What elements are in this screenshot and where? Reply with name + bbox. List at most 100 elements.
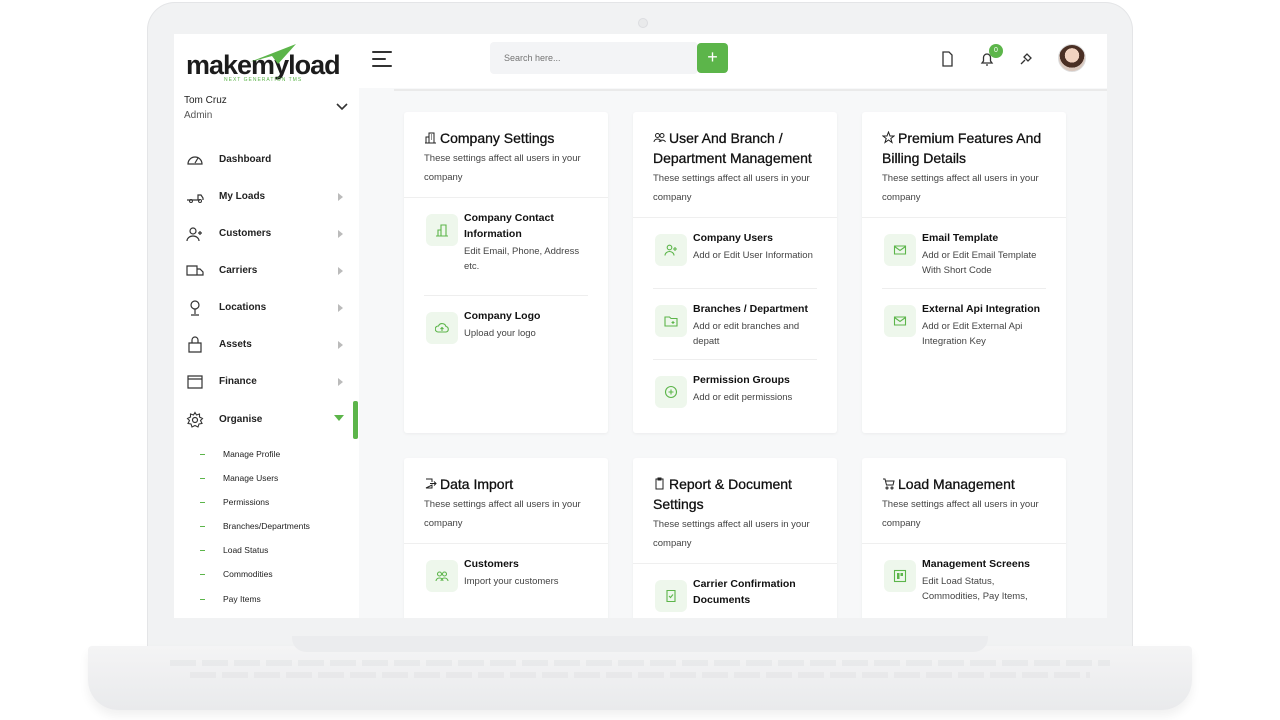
item-icon-box xyxy=(884,560,916,592)
grid-icon xyxy=(893,569,907,583)
envelope-icon xyxy=(893,316,907,326)
brush-icon[interactable] xyxy=(1017,50,1035,68)
item-title: Permission Groups xyxy=(693,374,790,386)
sidebar-item-finance[interactable]: Finance xyxy=(174,366,359,398)
sidebar-item-label: Locations xyxy=(219,302,267,313)
card-title: Premium Features And Billing Details xyxy=(882,128,1050,168)
add-button[interactable]: + xyxy=(697,43,728,73)
settings-item-company-logo[interactable]: Company Logo Upload your logo xyxy=(424,296,588,362)
chevron-right-icon xyxy=(338,341,343,349)
settings-item-permission-groups[interactable]: Permission Groups Add or edit permission… xyxy=(653,360,817,416)
chevron-right-icon xyxy=(338,304,343,312)
sidebar-subitem-label: Manage Users xyxy=(223,473,279,483)
building-icon xyxy=(425,132,436,144)
card-description: These settings affect all users in your … xyxy=(653,519,810,549)
sidebar-subitem-commodities[interactable]: Commodities xyxy=(198,565,353,585)
logo-tagline: NEXT GENERATION TMS xyxy=(224,77,303,83)
sidebar-item-dashboard[interactable]: Dashboard xyxy=(174,144,359,176)
sidebar-subitem-permissions[interactable]: Permissions xyxy=(198,493,353,513)
sidebar-subitem-branches-departments[interactable]: Branches/Departments xyxy=(198,517,353,537)
settings-item-branches-department[interactable]: Branches / Department Add or edit branch… xyxy=(653,289,817,360)
item-description: Add or Edit External Api Integration Key xyxy=(922,321,1023,347)
sidebar-subitem-manage-profile[interactable]: Manage Profile xyxy=(198,445,353,465)
sidebar-item-label: Organise xyxy=(219,414,263,425)
sidebar-item-organise[interactable]: Organise xyxy=(174,401,359,439)
card-header: Load Management These settings affect al… xyxy=(862,458,1066,544)
sidebar-item-carriers[interactable]: Carriers xyxy=(174,255,359,287)
user-role: Admin xyxy=(184,110,213,121)
menu-toggle-icon[interactable] xyxy=(372,51,392,69)
sidebar-item-label: Dashboard xyxy=(219,154,272,165)
item-icon-box xyxy=(655,580,687,612)
item-title: Company Contact Information xyxy=(464,212,554,240)
sidebar-item-label: Finance xyxy=(219,376,257,387)
item-title: Email Template xyxy=(922,232,999,244)
item-description: Import your customers xyxy=(464,576,559,587)
item-description: Add or Edit User Information xyxy=(693,250,813,261)
item-description: Add or edit permissions xyxy=(693,392,793,403)
card-header: Report & Document Settings These setting… xyxy=(633,458,837,564)
chevron-right-icon xyxy=(338,267,343,275)
file-check-icon xyxy=(666,589,676,603)
item-description: Edit Load Status, Commodities, Pay Items… xyxy=(922,576,1028,602)
truck-icon xyxy=(187,194,204,203)
item-icon-box xyxy=(655,234,687,266)
sidebar-item-locations[interactable]: Locations xyxy=(174,292,359,324)
sidebar-subitem-manage-users[interactable]: Manage Users xyxy=(198,469,353,489)
card-title-text: Company Settings xyxy=(440,130,555,146)
sidebar-item-my-loads[interactable]: My Loads xyxy=(174,181,359,213)
settings-item-external-api[interactable]: External Api Integration Add or Edit Ext… xyxy=(882,289,1046,360)
search-input[interactable] xyxy=(490,42,698,74)
card-body: Management Screens Edit Load Status, Com… xyxy=(862,544,1066,614)
card-title-text: Premium Features And Billing Details xyxy=(882,130,1042,166)
card-body: Company Contact Information Edit Email, … xyxy=(404,198,608,362)
card-header: Company Settings These settings affect a… xyxy=(404,112,608,198)
chevron-down-icon[interactable] xyxy=(334,98,350,114)
sidebar-subitem-load-status[interactable]: Load Status xyxy=(198,541,353,561)
user-plus-icon xyxy=(664,244,677,256)
settings-item-email-template[interactable]: Email Template Add or Edit Email Templat… xyxy=(882,218,1046,289)
sidebar-item-assets[interactable]: Assets xyxy=(174,329,359,361)
item-icon-box xyxy=(426,560,458,592)
header-divider xyxy=(394,89,1107,91)
item-icon-box xyxy=(655,376,687,408)
sidebar-subitem-label: Permissions xyxy=(223,497,270,507)
user-avatar[interactable] xyxy=(1058,44,1086,72)
clipboard-icon xyxy=(655,477,664,490)
camera xyxy=(638,18,648,28)
chevron-right-icon xyxy=(338,378,343,386)
app-logo[interactable]: makemyload NEXT GENERATION TMS xyxy=(186,42,346,84)
document-icon[interactable] xyxy=(938,50,956,68)
notification-badge: 0 xyxy=(989,44,1003,58)
users-icon xyxy=(653,133,666,143)
envelope-icon xyxy=(893,245,907,255)
dash xyxy=(200,478,205,479)
keyboard-row xyxy=(170,660,1110,666)
card-title: User And Branch / Department Management xyxy=(653,128,821,168)
item-title: Customers xyxy=(464,558,519,570)
card-description: These settings affect all users in your … xyxy=(424,153,581,183)
sidebar-item-customers[interactable]: Customers xyxy=(174,218,359,250)
card-title-text: Report & Document Settings xyxy=(653,476,792,512)
settings-item-company-users[interactable]: Company Users Add or Edit User Informati… xyxy=(653,218,817,289)
item-description: Add or Edit Email Template With Short Co… xyxy=(922,250,1037,276)
dash xyxy=(200,454,205,455)
chevron-down-icon xyxy=(334,415,344,421)
active-indicator xyxy=(353,401,358,439)
settings-item-management-screens[interactable]: Management Screens Edit Load Status, Com… xyxy=(882,544,1046,614)
user-name: Tom Cruz xyxy=(184,95,227,106)
sidebar-item-label: Customers xyxy=(219,228,272,239)
plus-circle-icon xyxy=(664,385,678,399)
settings-item-company-contact[interactable]: Company Contact Information Edit Email, … xyxy=(424,198,588,296)
item-icon-box xyxy=(426,214,458,246)
card-premium-billing: Premium Features And Billing Details The… xyxy=(862,112,1066,433)
settings-item-carrier-confirmation[interactable]: Carrier Confirmation Documents xyxy=(653,564,817,618)
settings-item-import-customers[interactable]: Customers Import your customers xyxy=(424,544,588,610)
item-icon-box xyxy=(426,312,458,344)
star-icon xyxy=(882,131,895,144)
sidebar-subitem-pay-items[interactable]: Pay Items xyxy=(198,590,353,610)
card-description: These settings affect all users in your … xyxy=(424,499,581,529)
item-title: Carrier Confirmation Documents xyxy=(693,578,796,606)
item-icon-box xyxy=(884,305,916,337)
delivery-truck-icon xyxy=(186,265,204,276)
